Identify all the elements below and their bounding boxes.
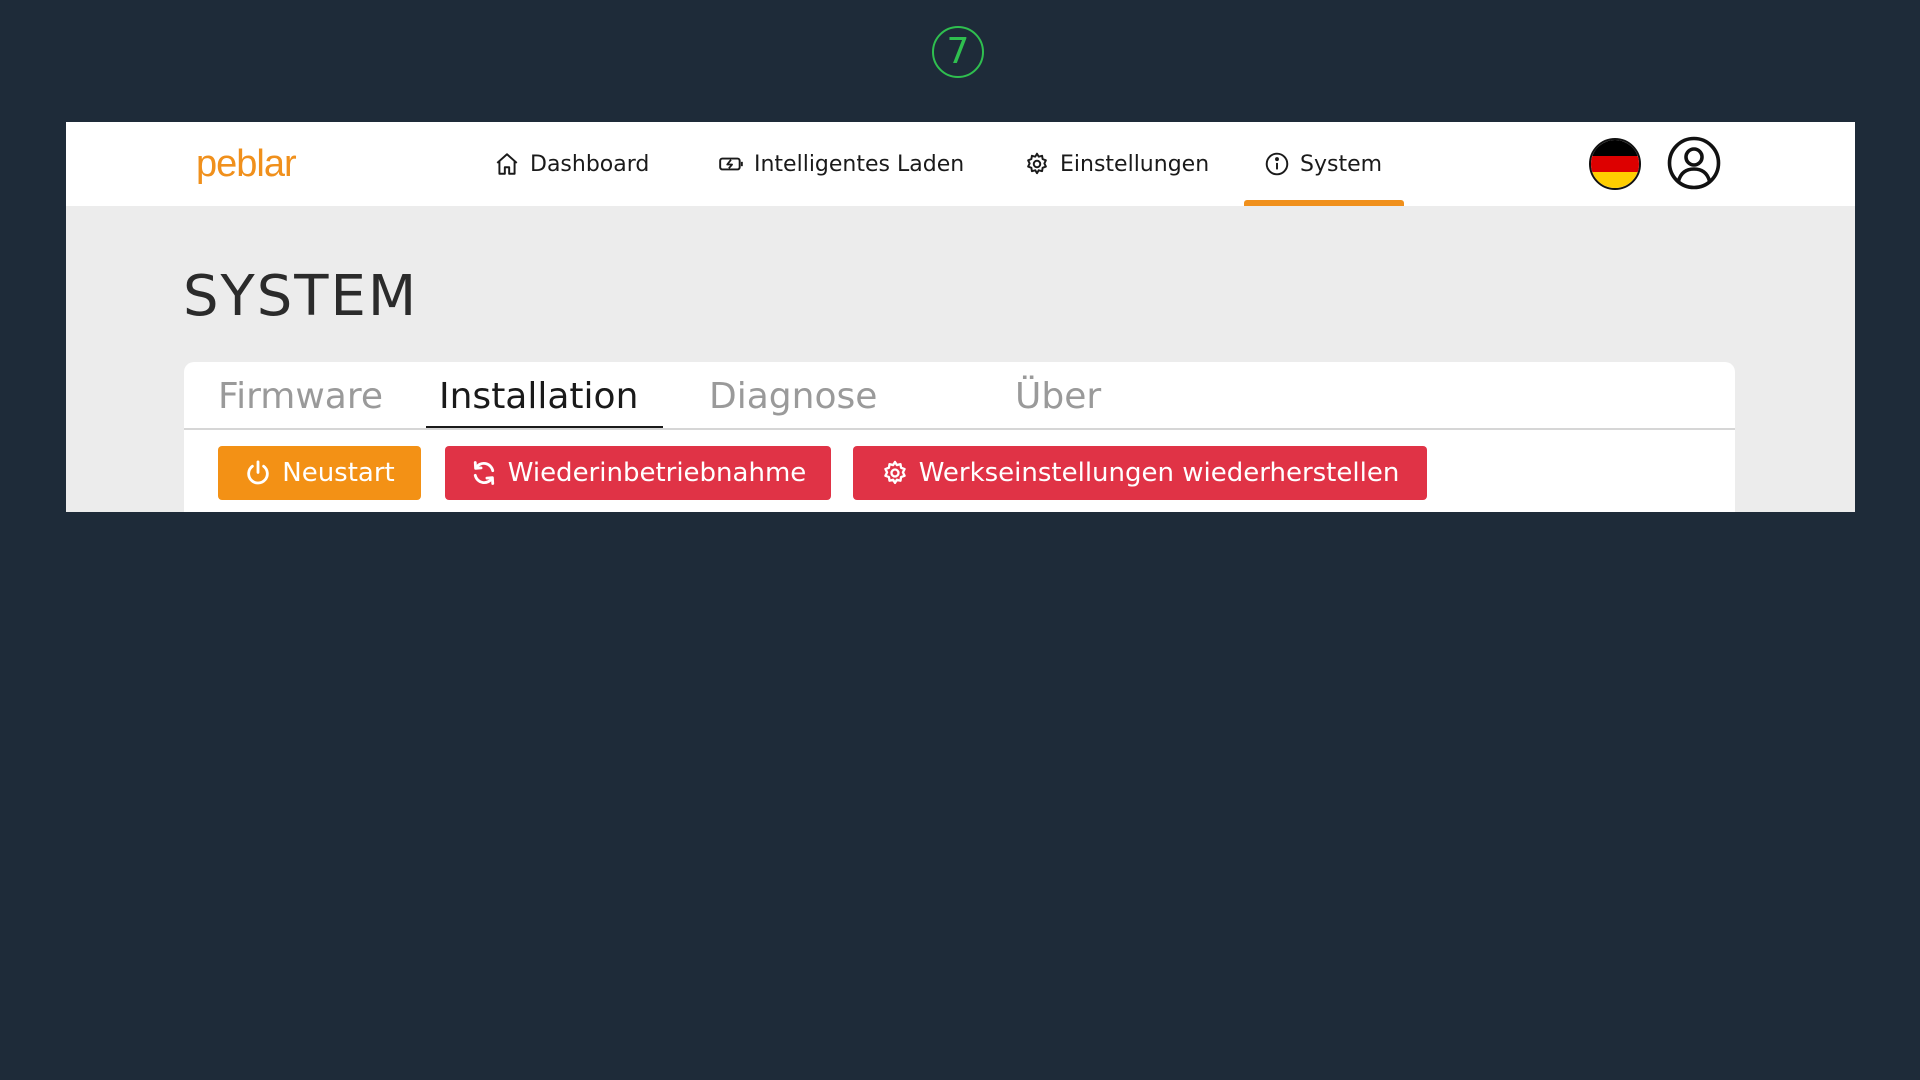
active-tab-indicator	[426, 426, 663, 428]
refresh-icon	[473, 461, 494, 485]
nav-item-label: Einstellungen	[1060, 151, 1210, 177]
page-title: SYSTEM	[183, 264, 419, 329]
factory-reset-button[interactable]: Werkseinstellungen wiederherstellen	[853, 446, 1427, 500]
german-flag-icon[interactable]	[1589, 138, 1641, 190]
active-nav-indicator	[1244, 200, 1404, 206]
nav-item-settings[interactable]: Einstellungen	[1024, 122, 1209, 206]
factory-reset-button-label: Werkseinstellungen wiederherstellen	[918, 458, 1400, 488]
nav-item-smart-charging[interactable]: Intelligentes Laden	[718, 122, 964, 206]
power-icon	[247, 460, 269, 485]
tab-diagnose[interactable]: Diagnose	[709, 372, 877, 426]
tab-ueber[interactable]: Über	[1015, 372, 1101, 426]
recommission-button-label: Wiederinbetriebnahme	[507, 458, 807, 488]
nav-item-dashboard[interactable]: Dashboard	[494, 122, 649, 206]
app-window: peblar Dashboard Intelligentes Laden Ein…	[66, 122, 1855, 512]
nav-item-label: System	[1300, 151, 1383, 177]
restart-button[interactable]: Neustart	[218, 446, 421, 500]
nav-item-system[interactable]: System	[1264, 122, 1382, 206]
gear-icon	[1027, 152, 1047, 175]
gear-icon	[883, 460, 906, 485]
info-icon	[1265, 152, 1289, 176]
peblar-logo[interactable]: peblar	[196, 142, 297, 186]
tab-installation[interactable]: Installation	[439, 372, 638, 426]
nav-item-label: Dashboard	[530, 151, 650, 177]
top-navigation-bar: peblar Dashboard Intelligentes Laden Ein…	[66, 122, 1855, 206]
system-card: Firmware Installation Diagnose Über Neus…	[184, 362, 1735, 512]
user-circle-icon[interactable]	[1667, 136, 1721, 190]
smart-charging-icon	[719, 157, 743, 171]
restart-button-label: Neustart	[282, 458, 395, 488]
step-number-badge: 7	[932, 26, 984, 78]
home-icon	[496, 153, 518, 175]
recommission-button[interactable]: Wiederinbetriebnahme	[445, 446, 831, 500]
nav-item-label: Intelligentes Laden	[754, 151, 965, 177]
system-tabs: Firmware Installation Diagnose Über	[184, 362, 1735, 430]
tab-firmware[interactable]: Firmware	[218, 372, 383, 426]
